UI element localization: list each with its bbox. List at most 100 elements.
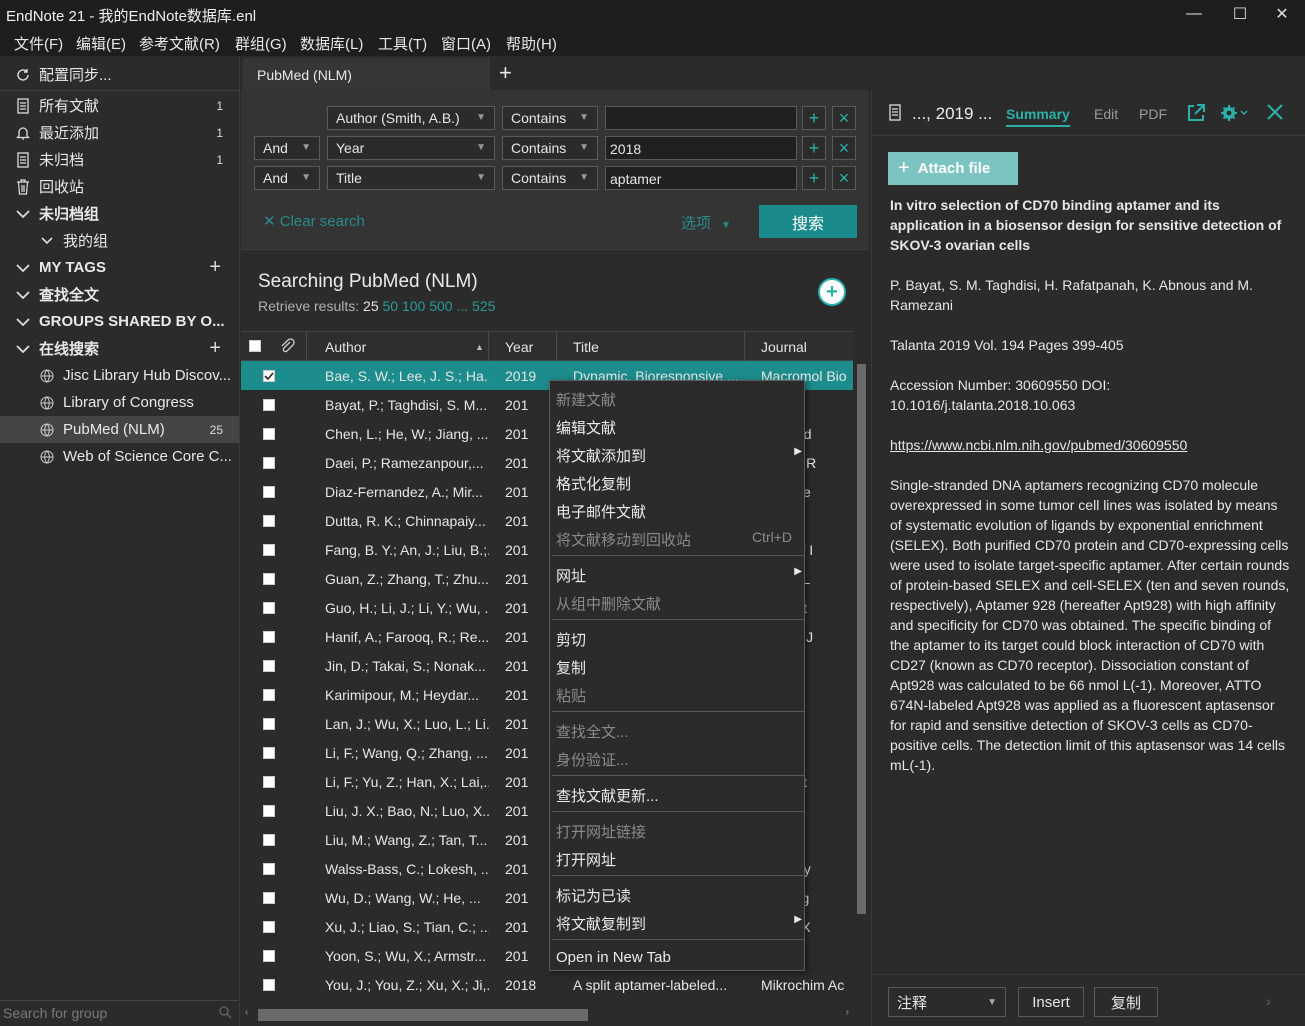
menu-window[interactable]: 窗口(A) (441, 33, 491, 54)
sidebar-item-my-groups[interactable]: 我的组 (0, 227, 239, 254)
close-window-button[interactable]: ✕ (1259, 0, 1305, 28)
sidebar-header-find-full-text[interactable]: 查找全文 (0, 281, 239, 308)
minimize-button[interactable]: — (1171, 0, 1217, 28)
row-checkbox[interactable] (263, 979, 275, 991)
sidebar-item-jisc[interactable]: Jisc Library Hub Discov... (0, 362, 239, 389)
select-all-checkbox[interactable] (249, 340, 261, 352)
menu-help[interactable]: 帮助(H) (506, 33, 557, 54)
menu-add-to[interactable]: 将文献添加到 ▶ (556, 439, 804, 467)
menu-copy[interactable]: 复制 (556, 651, 804, 679)
column-year[interactable]: Year (505, 339, 533, 355)
menu-open-new-tab[interactable]: Open in New Tab (556, 943, 804, 971)
column-author[interactable]: Author (325, 339, 366, 355)
menu-edit[interactable]: 编辑(E) (76, 33, 126, 54)
tab-edit[interactable]: Edit (1094, 106, 1118, 122)
options-dropdown[interactable]: 选项 ▼ (681, 212, 731, 233)
row-checkbox[interactable] (263, 370, 275, 382)
open-external-icon[interactable] (1186, 103, 1206, 123)
field-select-1[interactable]: Author (Smith, A.B.) ▼ (327, 106, 495, 130)
gear-icon[interactable] (1220, 103, 1248, 123)
menu-tools[interactable]: 工具(T) (378, 33, 427, 54)
tab-pubmed[interactable]: PubMed (NLM) (243, 58, 490, 90)
sidebar-item-unfiled[interactable]: 未归档 1 (0, 146, 239, 173)
tab-pdf[interactable]: PDF (1139, 106, 1167, 122)
operator-select-1[interactable]: Contains ▼ (502, 106, 598, 130)
row-checkbox[interactable] (263, 921, 275, 933)
maximize-button[interactable]: ☐ (1217, 0, 1263, 28)
add-online-search-icon[interactable]: + (209, 337, 221, 360)
menu-copy-to[interactable]: 将文献复制到 ▶ (556, 907, 804, 935)
field-select-3[interactable]: Title ▼ (327, 166, 495, 190)
clear-search-button[interactable]: ✕ Clear search (263, 212, 365, 230)
annotation-select[interactable]: 注释 ▼ (888, 987, 1006, 1017)
remove-row-button[interactable]: × (832, 106, 856, 130)
menu-mark-read[interactable]: 标记为已读 (556, 879, 804, 907)
close-icon[interactable] (1266, 103, 1284, 121)
sidebar-item-library-of-congress[interactable]: Library of Congress (0, 389, 239, 416)
operator-select-3[interactable]: Contains ▼ (502, 166, 598, 190)
column-journal[interactable]: Journal (761, 339, 807, 355)
add-row-button[interactable]: + (802, 166, 826, 190)
search-value-input-3[interactable]: aptamer (605, 166, 797, 190)
menu-file[interactable]: 文件(F) (14, 33, 63, 54)
add-to-library-icon[interactable]: + (818, 278, 846, 306)
horizontal-scroll-thumb[interactable] (258, 1009, 588, 1021)
menu-references[interactable]: 参考文献(R) (139, 33, 220, 54)
sidebar-item-web-of-science[interactable]: Web of Science Core C... (0, 443, 239, 470)
menu-url[interactable]: 网址 ▶ (556, 559, 804, 587)
menu-copy-formatted[interactable]: 格式化复制 (556, 467, 804, 495)
row-checkbox[interactable] (263, 399, 275, 411)
remove-row-button[interactable]: × (832, 136, 856, 160)
search-value-input-1[interactable] (605, 106, 797, 130)
row-checkbox[interactable] (263, 892, 275, 904)
vertical-scroll-thumb[interactable] (857, 364, 866, 914)
add-row-button[interactable]: + (802, 106, 826, 130)
sidebar-header-unfiled-groups[interactable]: 未归档组 (0, 200, 239, 227)
insert-button[interactable]: Insert (1018, 987, 1084, 1017)
row-checkbox[interactable] (263, 660, 275, 672)
new-tab-button[interactable]: + (499, 60, 512, 86)
row-checkbox[interactable] (263, 950, 275, 962)
row-checkbox[interactable] (263, 602, 275, 614)
sidebar-header-online-search[interactable]: 在线搜索 + (0, 335, 239, 362)
sidebar-header-groups-shared[interactable]: GROUPS SHARED BY O... (0, 308, 239, 335)
menu-library[interactable]: 数据库(L) (300, 33, 363, 54)
menu-edit-reference[interactable]: 编辑文献 (556, 411, 804, 439)
table-row[interactable]: You, J.; You, Z.; Xu, X.; Ji,... 2018 A sp… (241, 970, 853, 999)
menu-cut[interactable]: 剪切 (556, 623, 804, 651)
add-tag-icon[interactable]: + (209, 256, 221, 279)
menu-find-updates[interactable]: 查找文献更新... (556, 779, 804, 807)
row-checkbox[interactable] (263, 515, 275, 527)
scroll-right-icon[interactable]: › (846, 1007, 849, 1018)
group-search-input[interactable]: Search for group (0, 1000, 238, 1024)
row-checkbox[interactable] (263, 457, 275, 469)
row-checkbox[interactable] (263, 718, 275, 730)
tab-summary[interactable]: Summary (1006, 106, 1070, 127)
row-checkbox[interactable] (263, 776, 275, 788)
menu-email-reference[interactable]: 电子邮件文献 (556, 495, 804, 523)
remove-row-button[interactable]: × (832, 166, 856, 190)
row-checkbox[interactable] (263, 428, 275, 440)
sidebar-item-trash[interactable]: 回收站 (0, 173, 239, 200)
sidebar-item-pubmed[interactable]: PubMed (NLM) 25 (0, 416, 239, 443)
field-select-2[interactable]: Year ▼ (327, 136, 495, 160)
scroll-left-icon[interactable]: ‹ (245, 1007, 248, 1018)
retrieve-link-500[interactable]: 500 (429, 298, 452, 314)
search-button[interactable]: 搜索 (759, 205, 857, 238)
operator-select-2[interactable]: Contains ▼ (502, 136, 598, 160)
row-checkbox[interactable] (263, 486, 275, 498)
retrieve-link-50[interactable]: 50 (383, 298, 399, 314)
row-checkbox[interactable] (263, 747, 275, 759)
row-checkbox[interactable] (263, 544, 275, 556)
sidebar-item-recently-added[interactable]: 最近添加 1 (0, 119, 239, 146)
search-value-input-2[interactable]: 2018 (605, 136, 797, 160)
retrieve-link-all[interactable]: 525 (472, 298, 495, 314)
row-checkbox[interactable] (263, 863, 275, 875)
bool-select-3[interactable]: And ▼ (254, 166, 320, 190)
sidebar-header-my-tags[interactable]: MY TAGS + (0, 254, 239, 281)
row-checkbox[interactable] (263, 573, 275, 585)
row-checkbox[interactable] (263, 805, 275, 817)
row-checkbox[interactable] (263, 631, 275, 643)
copy-button[interactable]: 复制 (1094, 987, 1158, 1017)
sidebar-item-sync[interactable]: 配置同步... (0, 61, 239, 88)
